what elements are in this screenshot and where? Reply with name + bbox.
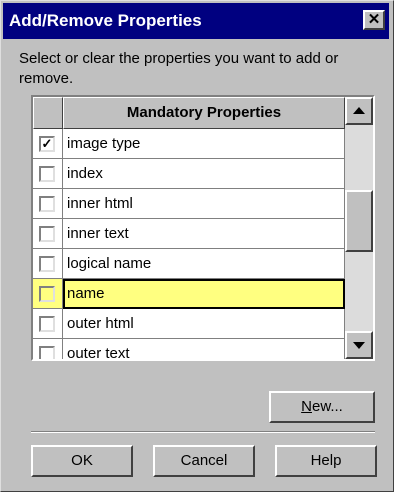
row-property-name: logical name [63, 249, 345, 279]
close-icon: ✕ [367, 11, 381, 28]
grid-rows: ✓ image type index inner html inner text logi… [33, 129, 345, 359]
row-checkbox[interactable]: ✓ [39, 136, 55, 152]
row-property-name: outer html [63, 309, 345, 339]
row-checkbox-cell [33, 219, 63, 249]
arrow-up-icon [353, 107, 365, 114]
table-row[interactable]: index [33, 159, 345, 189]
table-row[interactable]: ✓ image type [33, 129, 345, 159]
table-row[interactable]: outer text [33, 339, 345, 359]
add-remove-properties-dialog: Add/Remove Properties ✕ Select or clear … [0, 0, 394, 492]
row-checkbox[interactable] [39, 316, 55, 332]
scroll-down-button[interactable] [345, 331, 373, 359]
table-row[interactable]: inner text [33, 219, 345, 249]
new-button[interactable]: New... [269, 391, 375, 423]
row-checkbox-cell [33, 249, 63, 279]
row-checkbox-cell [33, 309, 63, 339]
row-property-name: inner html [63, 189, 345, 219]
row-property-name: name [63, 279, 345, 309]
row-checkbox-cell [33, 279, 63, 309]
close-button[interactable]: ✕ [363, 10, 385, 30]
row-checkbox[interactable] [39, 346, 55, 359]
row-checkbox-cell: ✓ [33, 129, 63, 159]
properties-grid: Mandatory Properties ✓ image type index inn… [31, 95, 375, 361]
header-mandatory-properties: Mandatory Properties [63, 97, 345, 129]
table-row[interactable]: inner html [33, 189, 345, 219]
header-checkbox-column [33, 97, 63, 129]
row-property-name: image type [63, 129, 345, 159]
row-checkbox[interactable] [39, 166, 55, 182]
new-button-label: ew... [311, 398, 343, 415]
row-property-name: inner text [63, 219, 345, 249]
scroll-up-button[interactable] [345, 97, 373, 125]
instructions-text: Select or clear the properties you want … [19, 50, 339, 87]
checkmark-icon: ✓ [41, 136, 53, 151]
new-button-mnemonic: N [301, 398, 312, 415]
title-bar: Add/Remove Properties ✕ [3, 3, 389, 39]
row-checkbox-cell [33, 159, 63, 189]
separator [31, 431, 375, 433]
row-checkbox[interactable] [39, 226, 55, 242]
row-checkbox-cell [33, 339, 63, 359]
row-checkbox-cell [33, 189, 63, 219]
window-title: Add/Remove Properties [9, 11, 202, 30]
ok-button[interactable]: OK [31, 445, 133, 477]
vertical-scrollbar[interactable] [345, 97, 373, 359]
row-property-name: outer text [63, 339, 345, 359]
grid-header: Mandatory Properties [33, 97, 345, 129]
scroll-thumb[interactable] [345, 190, 373, 252]
cancel-button[interactable]: Cancel [153, 445, 255, 477]
row-checkbox[interactable] [39, 286, 55, 302]
table-row[interactable]: logical name [33, 249, 345, 279]
table-row[interactable]: outer html [33, 309, 345, 339]
arrow-down-icon [353, 342, 365, 349]
row-property-name: index [63, 159, 345, 189]
help-button[interactable]: Help [275, 445, 377, 477]
row-checkbox[interactable] [39, 196, 55, 212]
row-checkbox[interactable] [39, 256, 55, 272]
table-row[interactable]: name [33, 279, 345, 309]
